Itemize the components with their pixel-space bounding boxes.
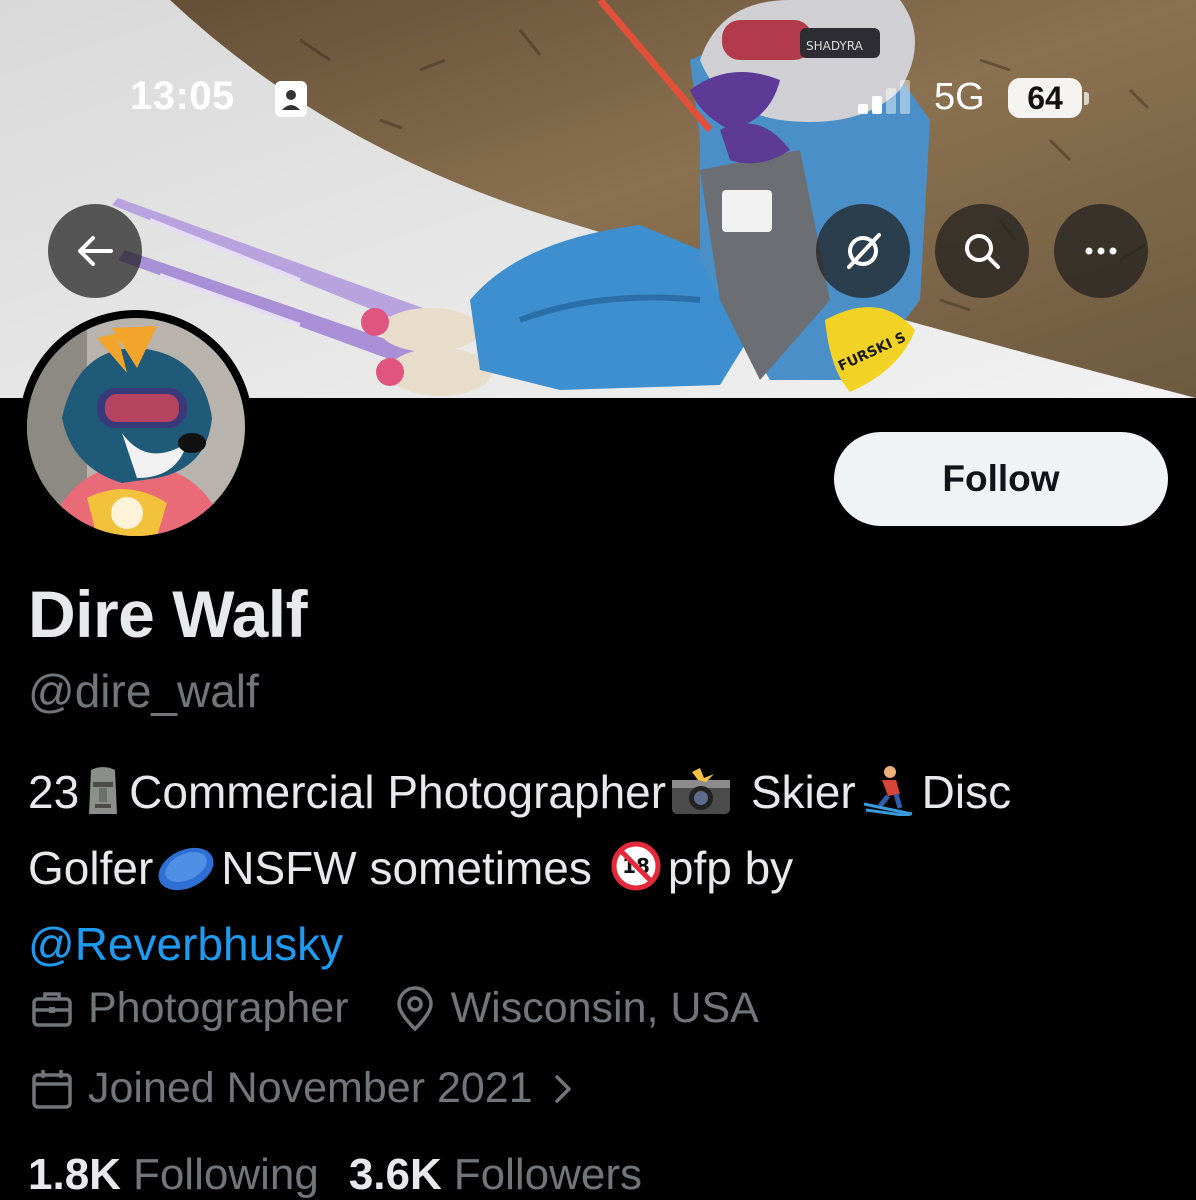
profession-text: Photographer xyxy=(88,984,349,1032)
battery-tip-icon xyxy=(1084,92,1089,105)
followers-stat[interactable]: 3.6K Followers xyxy=(349,1150,642,1200)
handle: @dire_walf xyxy=(28,665,259,717)
avatar-image xyxy=(27,318,245,536)
follow-button[interactable]: Follow xyxy=(834,432,1168,526)
bio-text-golfer: Golfer xyxy=(28,842,154,894)
bio: 23 Commercial Photographer Skier Disc Golf… xyxy=(28,758,1168,978)
flying-disc-icon xyxy=(155,842,217,910)
back-button[interactable] xyxy=(48,204,142,298)
chevron-right-icon xyxy=(554,1074,571,1103)
network-type: 5G xyxy=(934,76,985,118)
joined-item[interactable]: Joined November 2021 xyxy=(28,1064,577,1113)
followers-label: Followers xyxy=(453,1150,643,1199)
joined-row[interactable]: Joined November 2021 xyxy=(28,1064,619,1113)
more-button[interactable] xyxy=(1054,204,1148,298)
more-horizontal-icon xyxy=(1085,247,1117,255)
location-text: Wisconsin, USA xyxy=(450,984,759,1032)
bio-text-nsfw: NSFW sometimes xyxy=(221,842,592,894)
bio-text-skier: Skier xyxy=(738,766,856,818)
profile-page: FURSKI S SHADYRA 13:05 5G 64 Follow Dire… xyxy=(0,0,1196,1200)
bio-text-disc: Disc xyxy=(921,766,1012,818)
following-label: Following xyxy=(132,1150,319,1199)
briefcase-icon xyxy=(32,991,72,1027)
profile-meta-row: Photographer Wisconsin, USA xyxy=(28,984,801,1033)
battery-level: 64 xyxy=(1008,78,1082,118)
goggle-text: SHADYRA xyxy=(806,39,864,53)
skier-icon xyxy=(860,764,916,834)
follow-stats: 1.8K Following 3.6K Followers xyxy=(28,1150,672,1200)
followers-count: 3.6K xyxy=(348,1150,442,1199)
joined-text: Joined November 2021 xyxy=(88,1064,533,1112)
bio-text-profession: Commercial Photographer xyxy=(129,766,667,818)
following-stat[interactable]: 1.8K Following xyxy=(28,1150,319,1200)
no-one-under-eighteen-icon: 18 xyxy=(610,840,662,910)
calendar-icon xyxy=(32,1069,72,1109)
id-card-icon xyxy=(275,81,307,117)
avatar[interactable] xyxy=(19,310,253,544)
display-name: Dire Walf xyxy=(28,577,308,651)
search-icon xyxy=(965,234,1000,269)
signal-icon xyxy=(858,80,910,114)
bio-text-age: 23 xyxy=(28,766,80,818)
location-item: Wisconsin, USA xyxy=(391,984,759,1033)
mention-link[interactable]: @Reverbhusky xyxy=(28,918,343,970)
camera-flash-icon xyxy=(670,766,732,834)
bio-text-pfp-by: pfp by xyxy=(667,842,794,894)
profession-item: Photographer xyxy=(28,984,349,1033)
grok-button[interactable] xyxy=(816,204,910,298)
arrow-left-icon xyxy=(78,236,113,266)
moai-icon xyxy=(83,764,123,834)
following-count: 1.8K xyxy=(28,1150,121,1199)
grok-icon xyxy=(847,233,881,269)
status-time: 13:05 xyxy=(130,74,235,118)
search-button[interactable] xyxy=(935,204,1029,298)
location-pin-icon xyxy=(396,985,433,1031)
